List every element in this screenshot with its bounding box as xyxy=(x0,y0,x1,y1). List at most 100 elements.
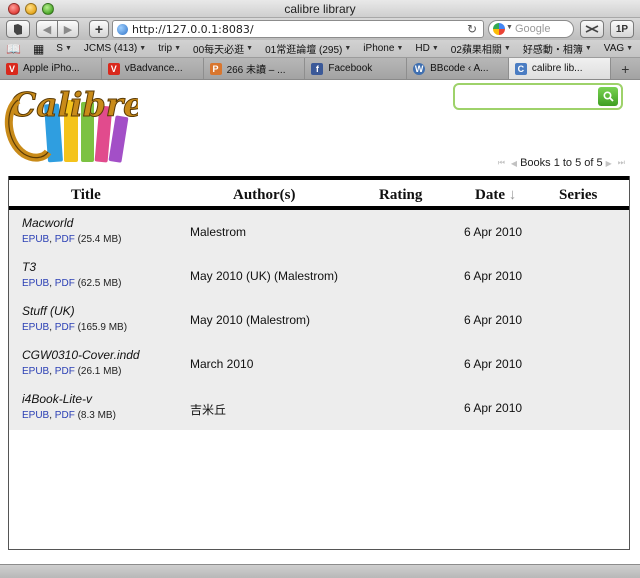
tab-facebook[interactable]: f Facebook xyxy=(305,58,408,79)
book-author: May 2010 (UK) (Malestrom) xyxy=(190,269,339,283)
column-header-date-label: Date xyxy=(475,187,505,203)
chevron-down-icon: ▼ xyxy=(584,45,592,52)
pdf-link[interactable]: PDF xyxy=(55,278,75,289)
forward-arrow-icon: ▶ xyxy=(63,23,73,36)
bookmarks-bar: 📖 ▦ S ▼ JCMS (413) ▼ trip ▼ 00每天必逛 ▼ 01常逛論壇 … xyxy=(0,40,640,58)
google-search-field[interactable]: ▼ Google xyxy=(488,20,574,38)
book-size: (8.3 MB) xyxy=(77,410,116,421)
table-row[interactable]: CGW0310-Cover.indd EPUB, PDF (26.1 MB) M… xyxy=(9,342,629,386)
logo-wordmark: Calibre xyxy=(10,85,138,124)
bookmark-folder[interactable]: 02蘋果相關 ▼ xyxy=(445,41,517,56)
calibre-icon: C xyxy=(514,62,527,75)
bookmark-folder[interactable]: VAG ▼ xyxy=(598,43,639,54)
evernote-icon xyxy=(14,23,22,35)
wordpress-icon: W xyxy=(413,62,426,75)
last-page-icon[interactable]: ⏭ xyxy=(618,158,625,168)
book-author: 吉米丘 xyxy=(190,403,227,417)
epub-link[interactable]: EPUB xyxy=(22,410,49,421)
book-date: 6 Apr 2010 xyxy=(464,225,523,239)
book-formats: EPUB, PDF (26.1 MB) xyxy=(22,366,122,377)
column-header-authors[interactable]: Author(s) xyxy=(233,187,296,204)
library-search-input[interactable] xyxy=(461,88,589,105)
bookmark-folder[interactable]: 00每天必逛 ▼ xyxy=(187,41,259,56)
book-date: 6 Apr 2010 xyxy=(464,357,523,371)
chevron-down-icon: ▼ xyxy=(174,45,182,52)
book-size: (165.9 MB) xyxy=(77,322,128,333)
calibre-logo-image: Calibre xyxy=(4,85,145,163)
tab-vbadvanced[interactable]: V vBadvance... xyxy=(102,58,204,79)
book-title: i4Book-Lite-v xyxy=(22,392,93,406)
first-page-icon[interactable]: ⏮ xyxy=(498,158,505,168)
column-header-date[interactable]: Date ↓ xyxy=(475,187,516,204)
chevron-down-icon: ▼ xyxy=(431,45,439,52)
table-row[interactable]: Stuff (UK) EPUB, PDF (165.9 MB) May 2010… xyxy=(9,298,629,342)
chevron-down-icon: ▼ xyxy=(139,45,147,52)
chevron-down-icon: ▼ xyxy=(626,45,634,52)
vbulletin-icon: V xyxy=(107,62,120,75)
tab-apple-iphone[interactable]: V Apple iPho... xyxy=(0,58,102,79)
pdf-link[interactable]: PDF xyxy=(55,410,75,421)
forward-button[interactable]: ▶ xyxy=(57,20,79,38)
plus-icon: + xyxy=(621,60,630,77)
bookmark-folder[interactable]: HD ▼ xyxy=(409,43,444,54)
add-bookmark-button[interactable]: + xyxy=(89,20,109,38)
column-header-rating[interactable]: Rating xyxy=(379,187,422,204)
plurk-icon: P xyxy=(209,62,222,75)
tab-plurk[interactable]: P 266 未讀 – ... xyxy=(204,58,306,79)
book-title: Macworld xyxy=(22,216,74,230)
window-title: calibre library xyxy=(284,2,356,16)
pdf-link[interactable]: PDF xyxy=(55,322,75,333)
bookmark-folder[interactable]: 01常逛論壇 (295) ▼ xyxy=(259,41,357,56)
bookmark-folder[interactable]: iPhone ▼ xyxy=(357,43,409,54)
bookmark-folder[interactable]: 好感動・相簿 ▼ xyxy=(517,41,598,56)
snippet-button[interactable] xyxy=(580,20,604,38)
epub-link[interactable]: EPUB xyxy=(22,278,49,289)
epub-link[interactable]: EPUB xyxy=(22,366,49,377)
globe-icon xyxy=(117,24,128,35)
sort-descending-icon: ↓ xyxy=(508,187,517,203)
tab-calibre-library[interactable]: C calibre lib... xyxy=(508,58,611,79)
reload-icon[interactable]: ↻ xyxy=(467,22,477,36)
books-table: Title Author(s) Rating Date ↓ Series Mac… xyxy=(8,176,630,550)
search-icon xyxy=(602,91,614,102)
column-header-title[interactable]: Title xyxy=(71,187,101,204)
epub-link[interactable]: EPUB xyxy=(22,234,49,245)
epub-link[interactable]: EPUB xyxy=(22,322,49,333)
book-formats: EPUB, PDF (25.4 MB) xyxy=(22,234,122,245)
table-row[interactable]: i4Book-Lite-v EPUB, PDF (8.3 MB) 吉米丘 6 A… xyxy=(9,386,629,430)
new-tab-button[interactable]: + xyxy=(611,58,640,79)
book-formats: EPUB, PDF (165.9 MB) xyxy=(22,322,128,333)
pagination: ⏮ ◀ Books 1 to 5 of 5 ▶ ⏭ xyxy=(495,157,628,169)
table-row[interactable]: T3 EPUB, PDF (62.5 MB) May 2010 (UK) (Ma… xyxy=(9,254,629,298)
pdf-link[interactable]: PDF xyxy=(55,234,75,245)
table-row[interactable]: Macworld EPUB, PDF (25.4 MB) Malestrom 6… xyxy=(9,210,629,254)
pdf-link[interactable]: PDF xyxy=(55,366,75,377)
previous-page-icon[interactable]: ◀ xyxy=(511,159,517,168)
bookmark-folder[interactable]: JCMS (413) ▼ xyxy=(78,43,152,54)
back-button[interactable]: ◀ xyxy=(36,20,58,38)
window-title-bar: calibre library xyxy=(0,0,640,18)
chevron-down-icon: ▼ xyxy=(344,45,352,52)
url-text[interactable]: http://127.0.0.1:8083/ xyxy=(132,23,254,36)
back-arrow-icon: ◀ xyxy=(42,23,52,36)
tab-bbcode[interactable]: W BBcode ‹ A... xyxy=(407,58,509,79)
address-bar[interactable]: http://127.0.0.1:8083/ ↻ xyxy=(112,20,484,38)
column-header-series[interactable]: Series xyxy=(559,187,597,204)
table-header: Title Author(s) Rating Date ↓ Series xyxy=(9,176,629,210)
bookmark-folder[interactable]: S ▼ xyxy=(50,43,78,54)
browser-toolbar: ◀ ▶ + http://127.0.0.1:8083/ ↻ ▼ Google … xyxy=(0,18,640,40)
scissors-icon xyxy=(585,25,599,33)
book-title: T3 xyxy=(22,260,37,274)
google-search-placeholder: Google xyxy=(515,23,551,35)
book-size: (25.4 MB) xyxy=(77,234,122,245)
calibre-logo[interactable]: Calibre xyxy=(4,82,145,168)
search-button[interactable] xyxy=(598,87,618,106)
chevron-down-icon: ▼ xyxy=(396,45,404,52)
bookmarks-grid-icon[interactable]: ▦ xyxy=(27,42,50,56)
bookmarks-book-icon[interactable]: 📖 xyxy=(0,42,27,56)
onepassword-button[interactable]: 1P xyxy=(610,20,634,38)
next-page-icon[interactable]: ▶ xyxy=(606,159,612,168)
bookmark-folder[interactable]: trip ▼ xyxy=(152,43,187,54)
evernote-button[interactable] xyxy=(6,20,30,38)
google-icon xyxy=(493,23,505,35)
